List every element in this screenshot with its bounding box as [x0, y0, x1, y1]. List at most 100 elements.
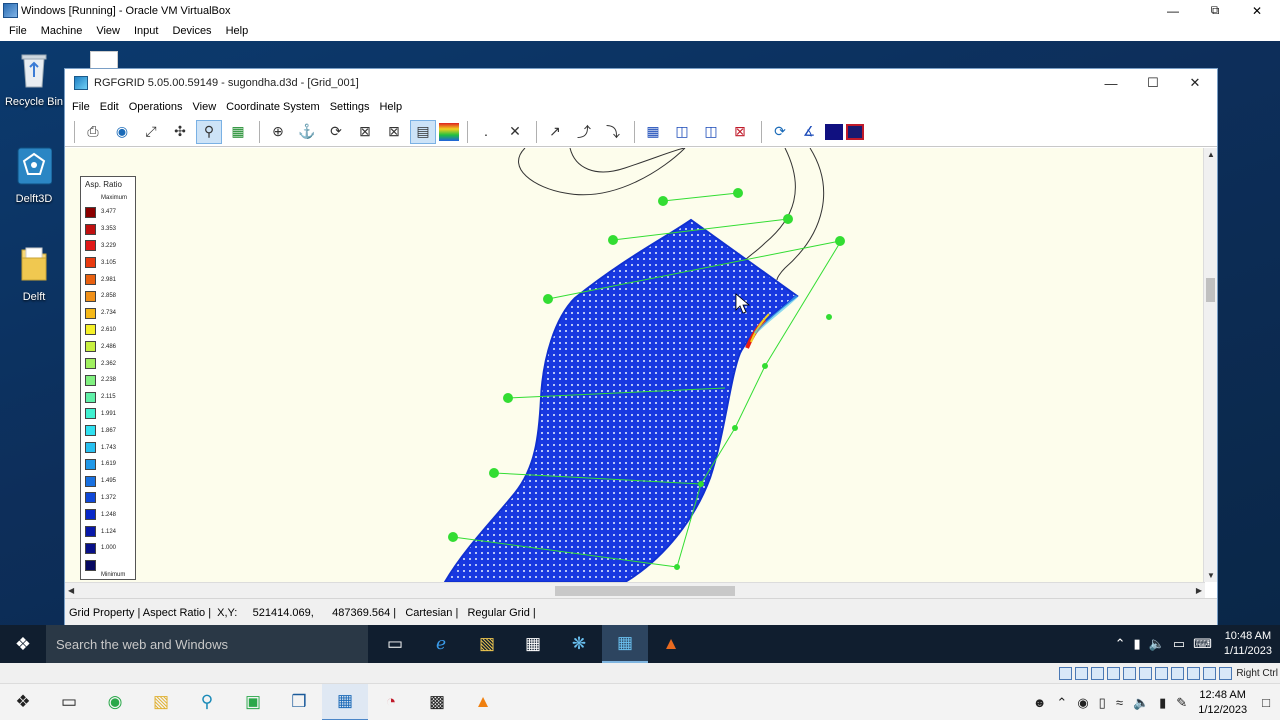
measure-icon[interactable]: ∡	[796, 120, 822, 144]
menu-help[interactable]: Help	[374, 101, 407, 113]
scrollbar-thumb[interactable]	[555, 586, 735, 596]
scroll-right-arrow[interactable]: ▶	[1196, 586, 1202, 595]
app-maximize-button[interactable]: ☐	[1133, 72, 1173, 94]
grid-select-icon[interactable]: ⊠	[352, 120, 378, 144]
hard-disk-icon[interactable]	[1059, 666, 1073, 680]
desktop-icon-delft3d[interactable]: Delft3D	[0, 146, 68, 205]
windows-start-icon[interactable]: ❖	[0, 684, 46, 720]
matlab-icon[interactable]: ▲	[648, 625, 694, 663]
guest-search-box[interactable]: Search the web and Windows	[46, 625, 368, 663]
grid-block-icon[interactable]: ▦	[640, 120, 666, 144]
usb-icon[interactable]	[1123, 666, 1137, 680]
optical-drive-icon[interactable]	[1075, 666, 1089, 680]
battery-icon[interactable]: ▮	[1159, 695, 1166, 711]
rgfgrid-icon[interactable]: ▦	[322, 683, 368, 720]
grid-erase-icon[interactable]: ⊠	[727, 120, 753, 144]
spline-point-icon[interactable]: ․	[473, 120, 499, 144]
guest-clock[interactable]: 10:48 AM 1/11/2023	[1224, 629, 1272, 659]
grid-refine-icon[interactable]: ◫	[698, 120, 724, 144]
cpu-icon[interactable]	[1187, 666, 1201, 680]
print-icon[interactable]: ⎙	[80, 120, 106, 144]
spline-insert-icon[interactable]: ↗	[542, 120, 568, 144]
spline-move-icon[interactable]: ⤴	[571, 120, 597, 144]
pen-icon[interactable]: ✎	[1176, 695, 1187, 711]
menu-operations[interactable]: Operations	[124, 101, 188, 113]
minimize-button[interactable]: —	[1152, 0, 1194, 21]
legend-icon[interactable]: ▤	[410, 119, 436, 144]
mouse-integration-icon[interactable]	[1203, 666, 1217, 680]
scroll-left-arrow[interactable]: ◀	[68, 586, 74, 595]
restore-button[interactable]: ⧉	[1194, 0, 1236, 21]
target-icon[interactable]: ⊕	[265, 120, 291, 144]
grid-drawing[interactable]	[65, 148, 1205, 582]
menu-coordinate-system[interactable]: Coordinate System	[221, 101, 325, 113]
virtualbox-icon[interactable]: ❒	[276, 684, 322, 720]
file-explorer-icon[interactable]: ▧	[138, 684, 184, 720]
edge-icon[interactable]: ℯ	[418, 625, 464, 663]
grid-delete-icon[interactable]: ⊠	[381, 120, 407, 144]
vertical-scrollbar[interactable]: ▲ ▼	[1203, 148, 1217, 582]
desktop-icon-recycle-bin[interactable]: Recycle Bin	[0, 49, 68, 108]
app-minimize-button[interactable]: —	[1091, 72, 1131, 94]
vbox-menu-devices[interactable]: Devices	[165, 25, 218, 37]
battery-icon[interactable]: ▮	[1133, 636, 1140, 652]
camtasia-icon[interactable]: ▣	[230, 684, 276, 720]
dark-blue-icon[interactable]	[825, 123, 843, 140]
zoom-icon[interactable]: ⚲	[196, 119, 222, 144]
orthogonalise-icon[interactable]: ⟳	[767, 120, 793, 144]
speed-icon[interactable]: ◔	[368, 684, 414, 720]
task-view-icon[interactable]: ▭	[372, 625, 418, 663]
refresh-icon[interactable]: ⟳	[323, 120, 349, 144]
grid-canvas[interactable]: Asp. Ratio Maximum 3.477 3.353 3.229 3.105 2…	[65, 148, 1205, 582]
notification-icon[interactable]: □	[1262, 695, 1270, 710]
desktop-icon-delft[interactable]: Delft	[0, 244, 68, 303]
dropbox-icon[interactable]: ◉	[1077, 695, 1088, 711]
chevron-up-icon[interactable]: ⌃	[1115, 636, 1126, 652]
vbox-menu-file[interactable]: File	[2, 25, 34, 37]
scroll-up-arrow[interactable]: ▲	[1207, 150, 1215, 159]
microphone-icon[interactable]: ▯	[1099, 695, 1106, 711]
vlc-icon[interactable]: ▲	[460, 684, 506, 720]
vbox-menu-input[interactable]: Input	[127, 25, 165, 37]
zoom-extent-icon[interactable]: ⤢	[138, 120, 164, 144]
rgfgrid-icon[interactable]: ▦	[602, 625, 648, 663]
horizontal-scrollbar[interactable]: ◀ ▶	[65, 582, 1205, 598]
scrollbar-thumb[interactable]	[1206, 278, 1215, 302]
menu-settings[interactable]: Settings	[325, 101, 375, 113]
spline-split-icon[interactable]: ⤵	[600, 120, 626, 144]
menu-edit[interactable]: Edit	[95, 101, 124, 113]
recording-icon[interactable]	[1171, 666, 1185, 680]
spline-delete-icon[interactable]: ✕	[502, 120, 528, 144]
zoom-fit-icon[interactable]: ✣	[167, 120, 193, 144]
vbox-menu-help[interactable]: Help	[219, 25, 256, 37]
menu-file[interactable]: File	[67, 101, 95, 113]
chevron-up-icon[interactable]: ⌃	[1056, 695, 1067, 711]
close-button[interactable]: ✕	[1236, 0, 1278, 21]
search-app-icon[interactable]: ⚲	[184, 684, 230, 720]
menu-view[interactable]: View	[188, 101, 222, 113]
keyboard-capture-icon[interactable]	[1219, 666, 1233, 680]
delft3d-icon[interactable]: ❋	[556, 625, 602, 663]
display-icon[interactable]	[1155, 666, 1169, 680]
shared-folder-icon[interactable]	[1139, 666, 1153, 680]
wifi-icon[interactable]: ≈	[1116, 695, 1123, 710]
dark-grid-icon[interactable]	[846, 123, 864, 140]
host-clock[interactable]: 12:48 AM 1/12/2023	[1198, 688, 1247, 718]
network-icon[interactable]: ▭	[1173, 636, 1185, 652]
scroll-down-arrow[interactable]: ▼	[1207, 571, 1215, 580]
volume-icon[interactable]: 🔈	[1149, 636, 1165, 652]
task-view-icon[interactable]: ▭	[46, 684, 92, 720]
keyboard-icon[interactable]: ⌨	[1193, 636, 1212, 652]
windows-start-icon[interactable]: ❖	[0, 625, 46, 663]
audio-icon[interactable]	[1091, 666, 1105, 680]
vbox-menu-view[interactable]: View	[89, 25, 127, 37]
grid-color-icon[interactable]: ▦	[225, 120, 251, 144]
anchor-icon[interactable]: ⚓	[294, 120, 320, 144]
volume-icon[interactable]: 🔈	[1133, 695, 1149, 711]
vbox-menu-machine[interactable]: Machine	[34, 25, 90, 37]
color-scale-icon[interactable]	[439, 122, 459, 141]
terminal-icon[interactable]: ▩	[414, 684, 460, 720]
grid-add-icon[interactable]: ◫	[669, 120, 695, 144]
chrome-icon[interactable]: ◉	[92, 684, 138, 720]
globe-icon[interactable]: ◉	[109, 120, 135, 144]
